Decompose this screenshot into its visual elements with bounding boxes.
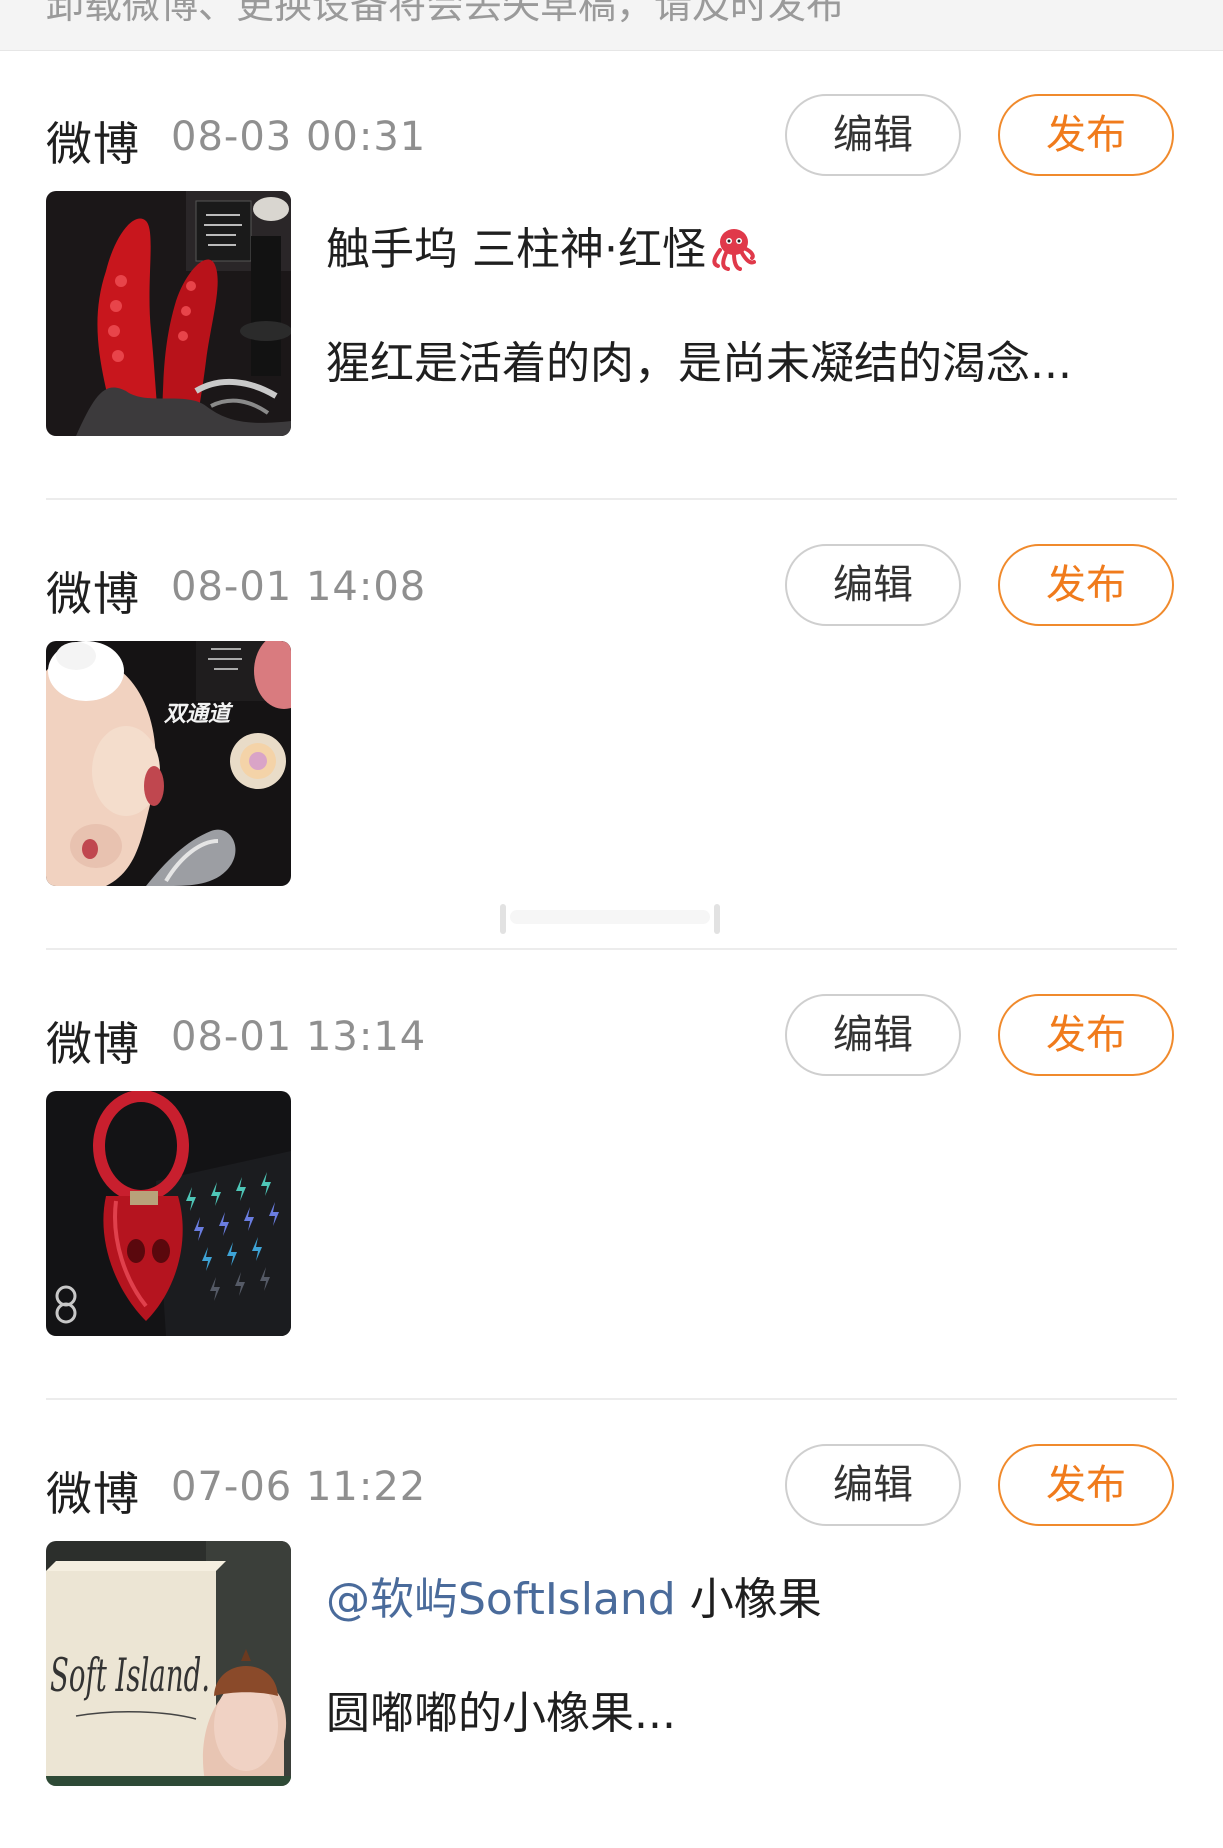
publish-button[interactable]: 发布 <box>998 94 1174 176</box>
draft-notice-bar: 卸载微博、更换设备将会丢失草稿，请及时发布 <box>0 0 1223 51</box>
draft-item: 微博 08-03 00:31 编辑 发布 触手坞 三柱神·红怪 猩红是活着的肉，… <box>46 50 1177 500</box>
draft-item-header: 微博 08-01 13:14 编辑 发布 <box>46 994 1177 1080</box>
draft-thumbnail[interactable] <box>46 1091 291 1336</box>
image-thumbnail-icon: Soft Island. <box>46 1541 291 1786</box>
image-thumbnail-icon <box>46 191 291 436</box>
scroll-indicator <box>500 904 720 934</box>
source-label: 微博 <box>46 1467 140 1521</box>
thumbnail-caption: 双通道 <box>163 701 234 726</box>
mention-link[interactable]: @软屿SoftIsland <box>326 1574 676 1625</box>
draft-item-header: 微博 08-03 00:31 编辑 发布 <box>46 94 1177 180</box>
draft-content[interactable]: 触手坞 三柱神·红怪 猩红是活着的肉，是尚未凝结的渴念... <box>326 222 1166 392</box>
source-label: 微博 <box>46 567 140 621</box>
edit-button[interactable]: 编辑 <box>785 1444 961 1526</box>
draft-notice-text: 卸载微博、更换设备将会丢失草稿，请及时发布 <box>46 0 845 27</box>
draft-title: 触手坞 三柱神·红怪 <box>326 222 1166 278</box>
draft-title: @软屿SoftIsland 小橡果 <box>326 1572 1166 1628</box>
image-thumbnail-icon: 双通道 <box>46 641 291 886</box>
edit-button[interactable]: 编辑 <box>785 994 961 1076</box>
edit-button[interactable]: 编辑 <box>785 544 961 626</box>
draft-item-header: 微博 08-01 14:08 编辑 发布 <box>46 544 1177 630</box>
image-thumbnail-icon <box>46 1091 291 1336</box>
publish-button[interactable]: 发布 <box>998 544 1174 626</box>
draft-item-header: 微博 07-06 11:22 编辑 发布 <box>46 1444 1177 1530</box>
draft-thumbnail[interactable] <box>46 191 291 436</box>
draft-item: 微博 08-01 14:08 编辑 发布 双通道 <box>46 500 1177 950</box>
source-label: 微博 <box>46 1017 140 1071</box>
publish-button[interactable]: 发布 <box>998 994 1174 1076</box>
draft-item: 微博 07-06 11:22 编辑 发布 Soft Island. @软屿Sof… <box>46 1400 1177 1848</box>
source-label: 微博 <box>46 117 140 171</box>
draft-content[interactable]: @软屿SoftIsland 小橡果 圆嘟嘟的小橡果... <box>326 1572 1166 1742</box>
draft-time: 08-01 14:08 <box>171 564 427 610</box>
draft-time: 08-01 13:14 <box>171 1014 427 1060</box>
draft-body: 圆嘟嘟的小橡果... <box>326 1688 676 1739</box>
draft-item: 微博 08-01 13:14 编辑 发布 <box>46 950 1177 1400</box>
draft-time: 08-03 00:31 <box>171 114 427 160</box>
draft-body: 猩红是活着的肉，是尚未凝结的渴念... <box>326 338 1072 389</box>
draft-list: 微博 08-03 00:31 编辑 发布 触手坞 三柱神·红怪 猩红是活着的肉，… <box>0 50 1223 1848</box>
octopus-icon <box>708 224 756 272</box>
edit-button[interactable]: 编辑 <box>785 94 961 176</box>
draft-title-text: 小橡果 <box>675 1574 822 1625</box>
draft-title-text: 触手坞 三柱神·红怪 <box>326 224 706 275</box>
publish-button[interactable]: 发布 <box>998 1444 1174 1526</box>
draft-time: 07-06 11:22 <box>171 1464 427 1510</box>
draft-thumbnail[interactable]: Soft Island. <box>46 1541 291 1786</box>
draft-thumbnail[interactable]: 双通道 <box>46 641 291 886</box>
thumbnail-caption: Soft Island. <box>50 1648 210 1702</box>
